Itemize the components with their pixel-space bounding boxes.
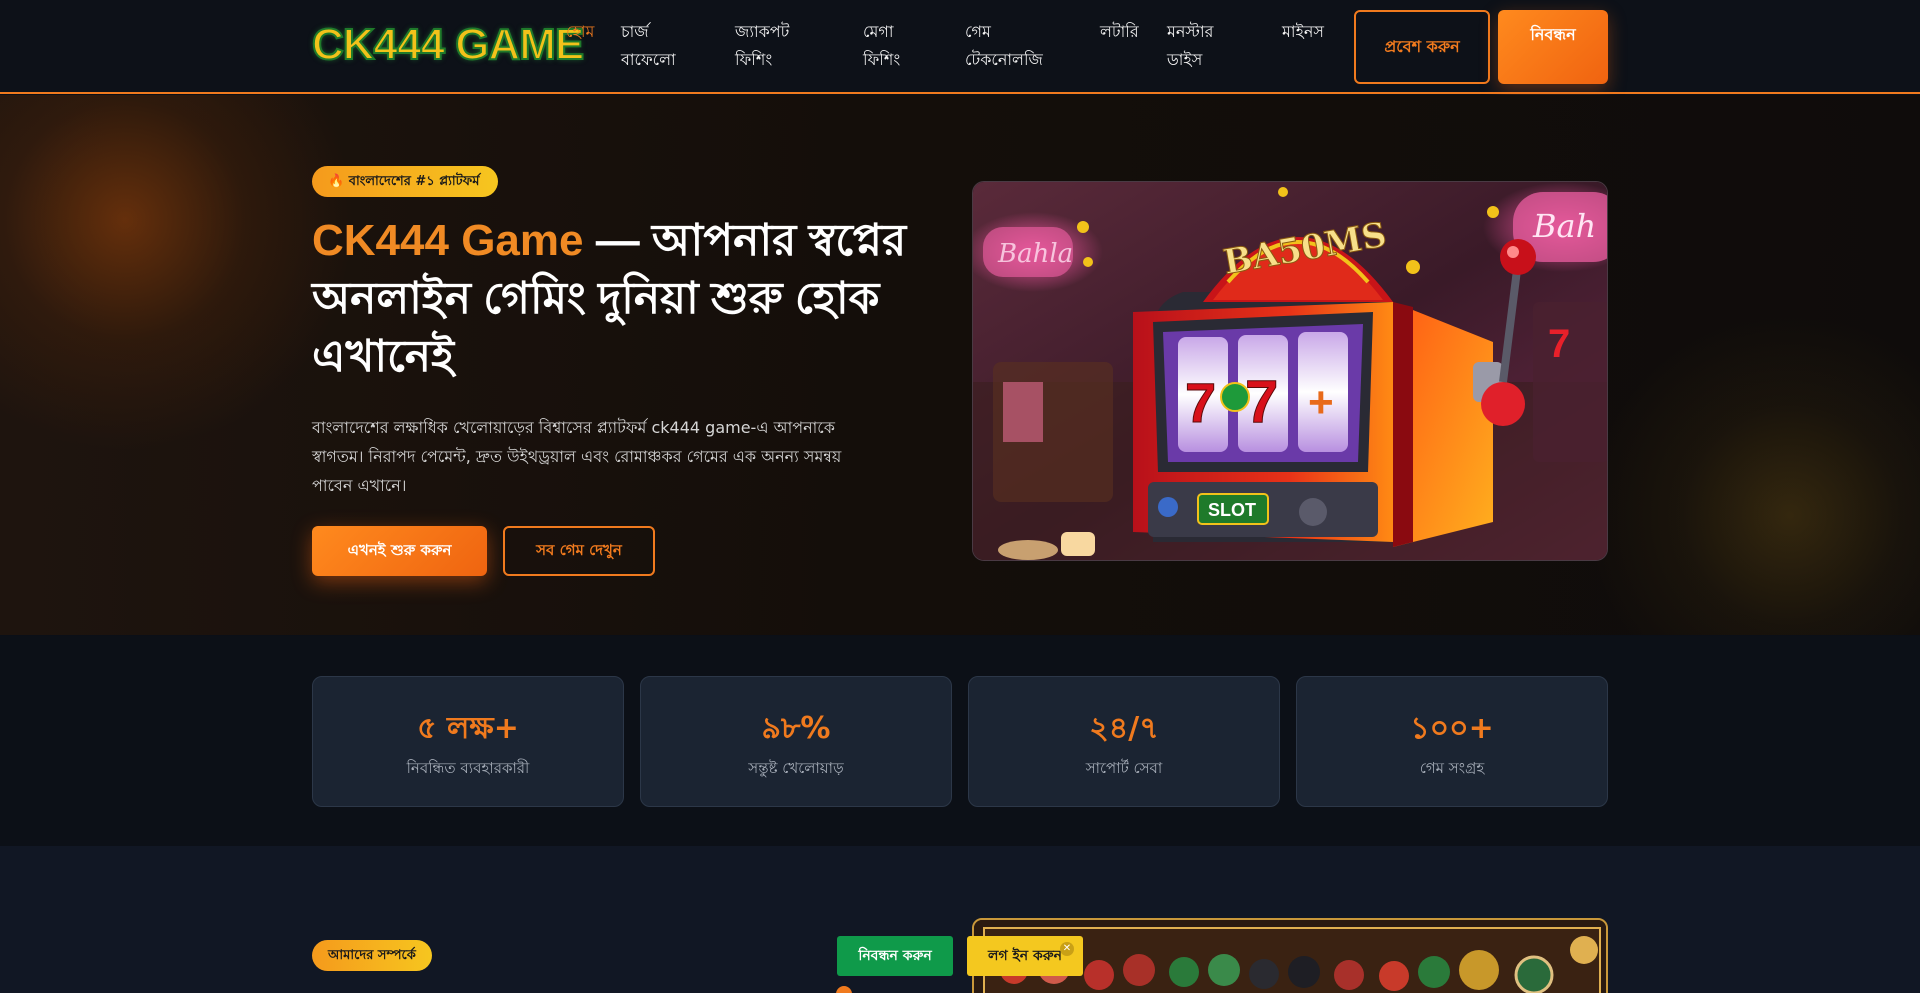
hero-description: বাংলাদেশের লক্ষাধিক খেলোয়াড়ের বিশ্বাসে… <box>312 418 842 495</box>
stat-label: সন্তুষ্ট খেলোয়াড় <box>748 759 844 777</box>
login-button[interactable]: প্রবেশ করুন <box>1354 10 1490 84</box>
hero-title: CK444 Game — আপনার স্বপ্নের অনলাইন গেমিং… <box>312 212 952 386</box>
stat-card-games: ১০০+ গেম সংগ্রহ <box>1296 676 1608 807</box>
start-now-button[interactable]: এখনই শুরু করুন <box>312 526 487 576</box>
hero-section <box>0 95 1920 635</box>
svg-text:7: 7 <box>1245 368 1278 435</box>
stat-value: ৯৮% <box>761 711 831 746</box>
floating-register-button[interactable]: নিবন্ধন করুন <box>837 936 953 976</box>
nav-item-home[interactable]: হোম <box>566 18 606 46</box>
hero-title-brand: CK444 Game <box>312 216 584 265</box>
register-button[interactable]: নিবন্ধন <box>1498 10 1608 84</box>
nav-item-lottery[interactable]: লটারি <box>1100 18 1150 46</box>
stat-label: গেম সংগ্রহ <box>1419 759 1485 777</box>
about-badge: আমাদের সম্পর্কে <box>312 940 432 971</box>
nav-item-monster-dice[interactable]: মনস্টার ডাইস <box>1167 18 1232 74</box>
stat-card-users: ৫ লক্ষ+ নিবন্ধিত ব্যবহারকারী <box>312 676 624 807</box>
left-sign-text: Bahla <box>997 239 1073 269</box>
view-all-games-button[interactable]: সব গেম দেখুন <box>503 526 655 576</box>
stat-value: ২৪/৭ <box>1089 711 1159 746</box>
nav-item-mines[interactable]: মাইনস <box>1282 18 1342 46</box>
site-header: CK444 GAME হোম চার্জ বাফেলো জ্যাকপট ফিশি… <box>0 0 1920 94</box>
svg-text:7: 7 <box>1185 371 1216 434</box>
about-section <box>0 846 1920 993</box>
stat-card-satisfaction: ৯৮% সন্তুষ্ট খেলোয়াড় <box>640 676 952 807</box>
stat-card-support: ২৪/৭ সাপোর্ট সেবা <box>968 676 1280 807</box>
hero-badge: 🔥 বাংলাদেশের #১ প্ল্যাটফর্ম <box>312 166 498 197</box>
nav-item-game-technology[interactable]: গেম টেকনোলজি <box>965 18 1055 74</box>
nav-item-charge-buffalo[interactable]: চার্জ বাফেলো <box>621 18 691 74</box>
close-icon[interactable]: ✕ <box>1060 942 1074 956</box>
nav-item-jackpot-fishing[interactable]: জ্যাকপট ফিশিং <box>735 18 805 74</box>
slot-panel-text: SLOT <box>1208 500 1256 520</box>
stat-label: নিবন্ধিত ব্যবহারকারী <box>406 759 530 777</box>
hero-slot-machine-image: Bahla Bah 7 BA50MS 7 7 + SLOT <box>972 181 1608 561</box>
svg-text:+: + <box>1308 378 1334 427</box>
stat-value: ৫ লক্ষ+ <box>417 711 519 746</box>
stats-section <box>0 636 1920 846</box>
svg-text:7: 7 <box>1548 322 1570 366</box>
stat-label: সাপোর্ট সেবা <box>1085 759 1163 777</box>
stat-value: ১০০+ <box>1410 711 1494 746</box>
logo[interactable]: CK444 GAME <box>311 19 585 70</box>
right-sign-text: Bah <box>1532 207 1596 245</box>
nav-item-mega-fishing[interactable]: মেগা ফিশিং <box>863 18 923 74</box>
